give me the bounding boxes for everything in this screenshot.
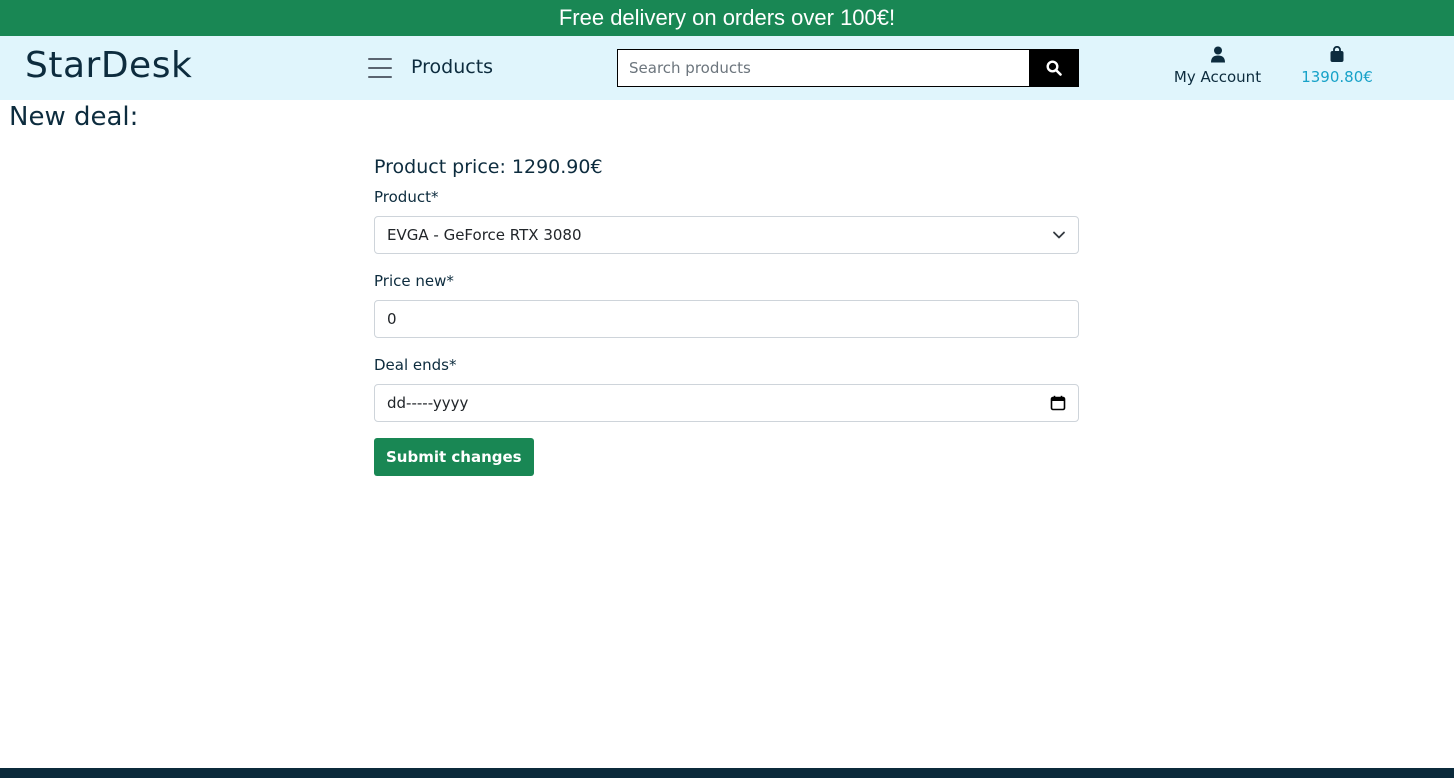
product-label: Product* xyxy=(374,188,439,206)
shopping-bag-link[interactable]: 1390.80€ xyxy=(1296,45,1378,86)
shopping-bag-icon xyxy=(1330,45,1344,62)
site-header: StarDesk Products My Account 1390.80€ xyxy=(0,36,1454,100)
search-input[interactable] xyxy=(617,49,1030,87)
cart-total: 1390.80€ xyxy=(1301,68,1373,86)
page-title: New deal: xyxy=(9,102,139,132)
price-new-input[interactable] xyxy=(387,310,1066,328)
price-new-field-wrapper xyxy=(374,300,1079,338)
site-logo[interactable]: StarDesk xyxy=(25,45,192,86)
my-account-label: My Account xyxy=(1173,68,1262,86)
product-select[interactable]: EVGA - GeForce RTX 3080 xyxy=(374,216,1079,254)
footer xyxy=(0,768,1454,778)
my-account-link[interactable]: My Account xyxy=(1170,46,1265,86)
nav-products-link[interactable]: Products xyxy=(411,56,493,78)
search-button[interactable] xyxy=(1029,49,1079,87)
calendar-icon[interactable] xyxy=(1050,395,1066,411)
deal-ends-date-input[interactable]: dd-----yyyy xyxy=(374,384,1079,422)
product-price-text: Product price: 1290.90€ xyxy=(374,156,603,178)
promo-banner: Free delivery on orders over 100€! xyxy=(0,0,1454,36)
new-deal-form: Product price: 1290.90€ Product* EVGA - … xyxy=(374,156,1079,476)
promo-text: Free delivery on orders over 100€! xyxy=(558,5,896,30)
user-icon xyxy=(1210,46,1225,63)
deal-ends-label: Deal ends* xyxy=(374,356,457,374)
deal-ends-placeholder: dd-----yyyy xyxy=(387,394,469,412)
price-new-label: Price new* xyxy=(374,272,454,290)
hamburger-menu-icon[interactable] xyxy=(368,58,392,78)
submit-changes-button[interactable]: Submit changes xyxy=(374,438,534,476)
search-icon xyxy=(1046,60,1062,76)
product-select-value: EVGA - GeForce RTX 3080 xyxy=(387,226,582,244)
chevron-down-icon xyxy=(1053,231,1065,239)
